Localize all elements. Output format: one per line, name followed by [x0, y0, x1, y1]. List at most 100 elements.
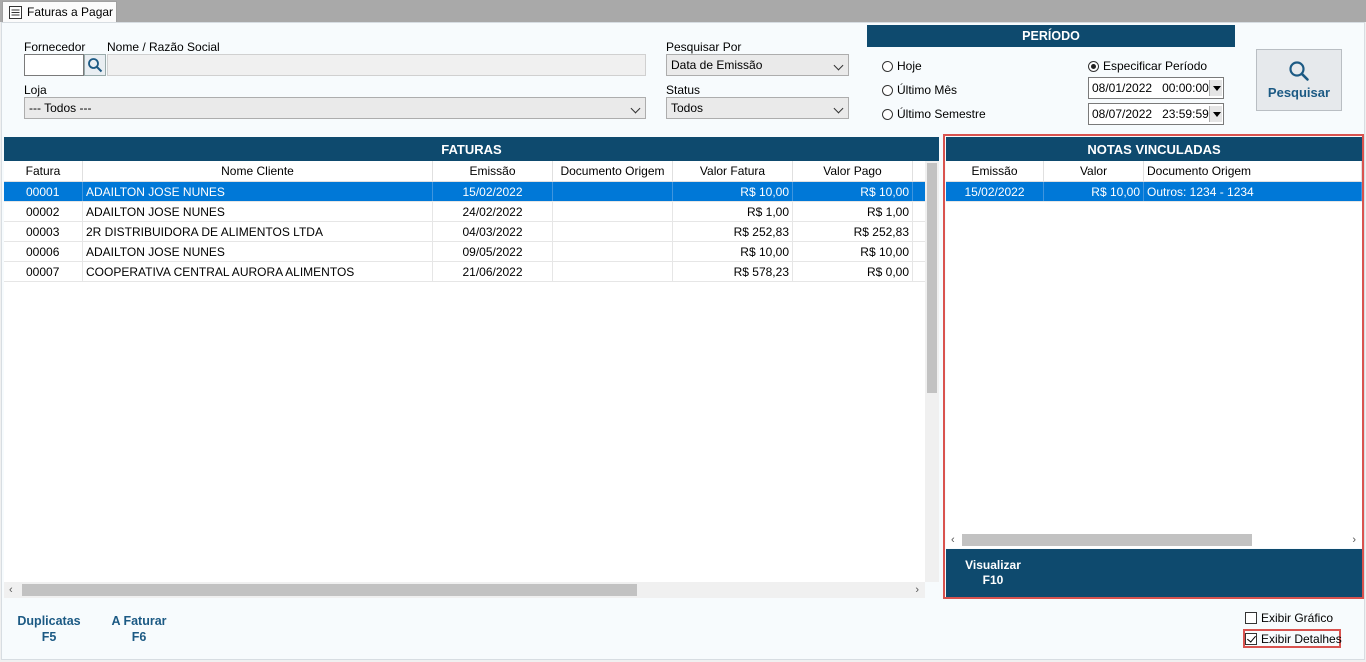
cell-valor: R$ 10,00 — [673, 242, 793, 261]
cell-cliente: ADAILTON JOSE NUNES — [83, 182, 433, 201]
radio-circle — [882, 84, 893, 96]
cell-cliente: ADAILTON JOSE NUNES — [83, 242, 433, 261]
col-emissao[interactable]: Emissão — [946, 161, 1044, 181]
pesquisar-button[interactable]: Pesquisar — [1256, 49, 1342, 111]
tab-label: Faturas a Pagar — [27, 5, 114, 19]
periodo-header: PERÍODO — [867, 25, 1235, 47]
visualizar-label: Visualizar — [965, 558, 1021, 572]
cell-pago: R$ 252,83 — [793, 222, 913, 241]
status-label: Status — [666, 83, 701, 97]
faturas-vertical-scrollbar[interactable] — [925, 161, 939, 582]
col-nome-cliente[interactable]: Nome Cliente — [83, 161, 433, 181]
cell-valor: R$ 10,00 — [673, 182, 793, 201]
col-documento-origem[interactable]: Documento Origem — [1144, 161, 1362, 181]
pesquisar-label: Pesquisar — [1267, 85, 1331, 100]
pesquisar-por-select[interactable]: Data de Emissão — [666, 54, 849, 76]
cell-pago: R$ 10,00 — [793, 242, 913, 261]
cell-doc — [553, 182, 673, 201]
scroll-right-icon[interactable]: › — [1352, 534, 1356, 546]
start-datetime-picker[interactable]: 08/01/2022 00:00:00 — [1088, 77, 1224, 99]
pesquisar-por-value: Data de Emissão — [671, 58, 763, 72]
col-valor-pago[interactable]: Valor Pago — [793, 161, 913, 181]
list-icon — [9, 5, 22, 19]
fornecedor-input[interactable] — [24, 54, 84, 76]
start-date: 08/01/2022 — [1092, 81, 1153, 95]
cell-fatura: 00003 — [4, 222, 83, 241]
cell-doc — [553, 242, 673, 261]
exibir-detalhes-checkbox[interactable]: Exibir Detalhes — [1245, 632, 1342, 646]
scroll-right-icon[interactable]: › — [915, 584, 919, 596]
cell-fatura: 00006 — [4, 242, 83, 261]
col-emissao[interactable]: Emissão — [433, 161, 553, 181]
col-valor-fatura[interactable]: Valor Fatura — [673, 161, 793, 181]
a-faturar-button[interactable]: A Faturar F6 — [104, 613, 174, 645]
table-row[interactable]: 00006 ADAILTON JOSE NUNES 09/05/2022 R$ … — [4, 242, 925, 262]
fornecedor-search-button[interactable] — [84, 54, 106, 76]
visualizar-button[interactable]: Visualizar F10 — [958, 558, 1028, 588]
faturas-grid: Fatura Nome Cliente Emissão Documento Or… — [4, 161, 925, 582]
scrollbar-thumb[interactable] — [962, 534, 1252, 546]
notas-header: NOTAS VINCULADAS — [946, 137, 1362, 161]
dropdown-arrow-icon[interactable] — [1208, 80, 1222, 96]
cell-fatura: 00007 — [4, 262, 83, 281]
notas-column-headers: Emissão Valor Documento Origem — [946, 161, 1362, 182]
radio-label: Último Semestre — [897, 107, 986, 121]
cell-valor: R$ 252,83 — [673, 222, 793, 241]
table-row[interactable]: 00003 2R DISTRIBUIDORA DE ALIMENTOS LTDA… — [4, 222, 925, 242]
end-datetime-picker[interactable]: 08/07/2022 23:59:59 — [1088, 103, 1224, 125]
loja-select[interactable]: --- Todos --- — [24, 97, 646, 119]
col-documento-origem[interactable]: Documento Origem — [553, 161, 673, 181]
nome-razao-input[interactable] — [107, 54, 646, 76]
table-row[interactable]: 00001 ADAILTON JOSE NUNES 15/02/2022 R$ … — [4, 182, 925, 202]
col-valor[interactable]: Valor — [1044, 161, 1144, 181]
scroll-left-icon[interactable]: ‹ — [951, 534, 955, 546]
table-row[interactable]: 00002 ADAILTON JOSE NUNES 24/02/2022 R$ … — [4, 202, 925, 222]
scrollbar-thumb[interactable] — [927, 163, 937, 393]
cell-valor: R$ 1,00 — [673, 202, 793, 221]
chevron-down-icon — [630, 103, 641, 114]
status-select[interactable]: Todos — [666, 97, 849, 119]
dropdown-arrow-icon[interactable] — [1208, 106, 1222, 122]
radio-hoje[interactable]: Hoje — [882, 59, 922, 73]
cell-emissao: 15/02/2022 — [946, 182, 1044, 201]
radio-especificar-periodo[interactable]: Especificar Período — [1088, 59, 1207, 73]
search-icon — [88, 58, 103, 73]
tab-faturas-a-pagar[interactable]: Faturas a Pagar — [2, 1, 117, 22]
radio-circle — [882, 60, 893, 72]
cell-pago: R$ 10,00 — [793, 182, 913, 201]
faturas-horizontal-scrollbar[interactable]: ‹ › — [4, 582, 925, 598]
cell-fatura: 00001 — [4, 182, 83, 201]
radio-label: Hoje — [897, 59, 922, 73]
end-time: 23:59:59 — [1162, 107, 1209, 121]
cell-emissao: 15/02/2022 — [433, 182, 553, 201]
checkbox-label: Exibir Gráfico — [1261, 611, 1334, 625]
pesquisar-por-label: Pesquisar Por — [666, 40, 742, 54]
table-row[interactable]: 15/02/2022 R$ 10,00 Outros: 1234 - 1234 — [946, 182, 1362, 202]
radio-ultimo-mes[interactable]: Último Mês — [882, 83, 957, 97]
notas-horizontal-scrollbar[interactable]: ‹ › — [946, 532, 1362, 548]
table-row[interactable]: 00007 COOPERATIVA CENTRAL AURORA ALIMENT… — [4, 262, 925, 282]
duplicatas-label: Duplicatas — [17, 614, 81, 628]
radio-label: Especificar Período — [1103, 59, 1208, 73]
scroll-left-icon[interactable]: ‹ — [9, 584, 13, 596]
search-icon — [1289, 61, 1309, 81]
exibir-grafico-checkbox[interactable]: Exibir Gráfico — [1245, 611, 1333, 625]
cell-emissao: 24/02/2022 — [433, 202, 553, 221]
loja-select-value: --- Todos --- — [29, 101, 92, 115]
radio-ultimo-semestre[interactable]: Último Semestre — [882, 107, 986, 121]
cell-pago: R$ 1,00 — [793, 202, 913, 221]
a-faturar-label: A Faturar — [111, 614, 167, 628]
notas-grid: Emissão Valor Documento Origem 15/02/202… — [946, 161, 1362, 532]
cell-valor: R$ 10,00 — [1044, 182, 1144, 201]
a-faturar-key: F6 — [131, 630, 147, 644]
cell-doc: Outros: 1234 - 1234 — [1144, 182, 1362, 201]
checkbox-box — [1245, 612, 1257, 624]
end-date: 08/07/2022 — [1092, 107, 1153, 121]
col-fatura[interactable]: Fatura — [4, 161, 83, 181]
scrollbar-thumb[interactable] — [22, 584, 637, 596]
cell-cliente: COOPERATIVA CENTRAL AURORA ALIMENTOS — [83, 262, 433, 281]
cell-doc — [553, 262, 673, 281]
duplicatas-button[interactable]: Duplicatas F5 — [14, 613, 84, 645]
radio-circle — [882, 108, 893, 120]
tab-strip — [0, 0, 1366, 22]
